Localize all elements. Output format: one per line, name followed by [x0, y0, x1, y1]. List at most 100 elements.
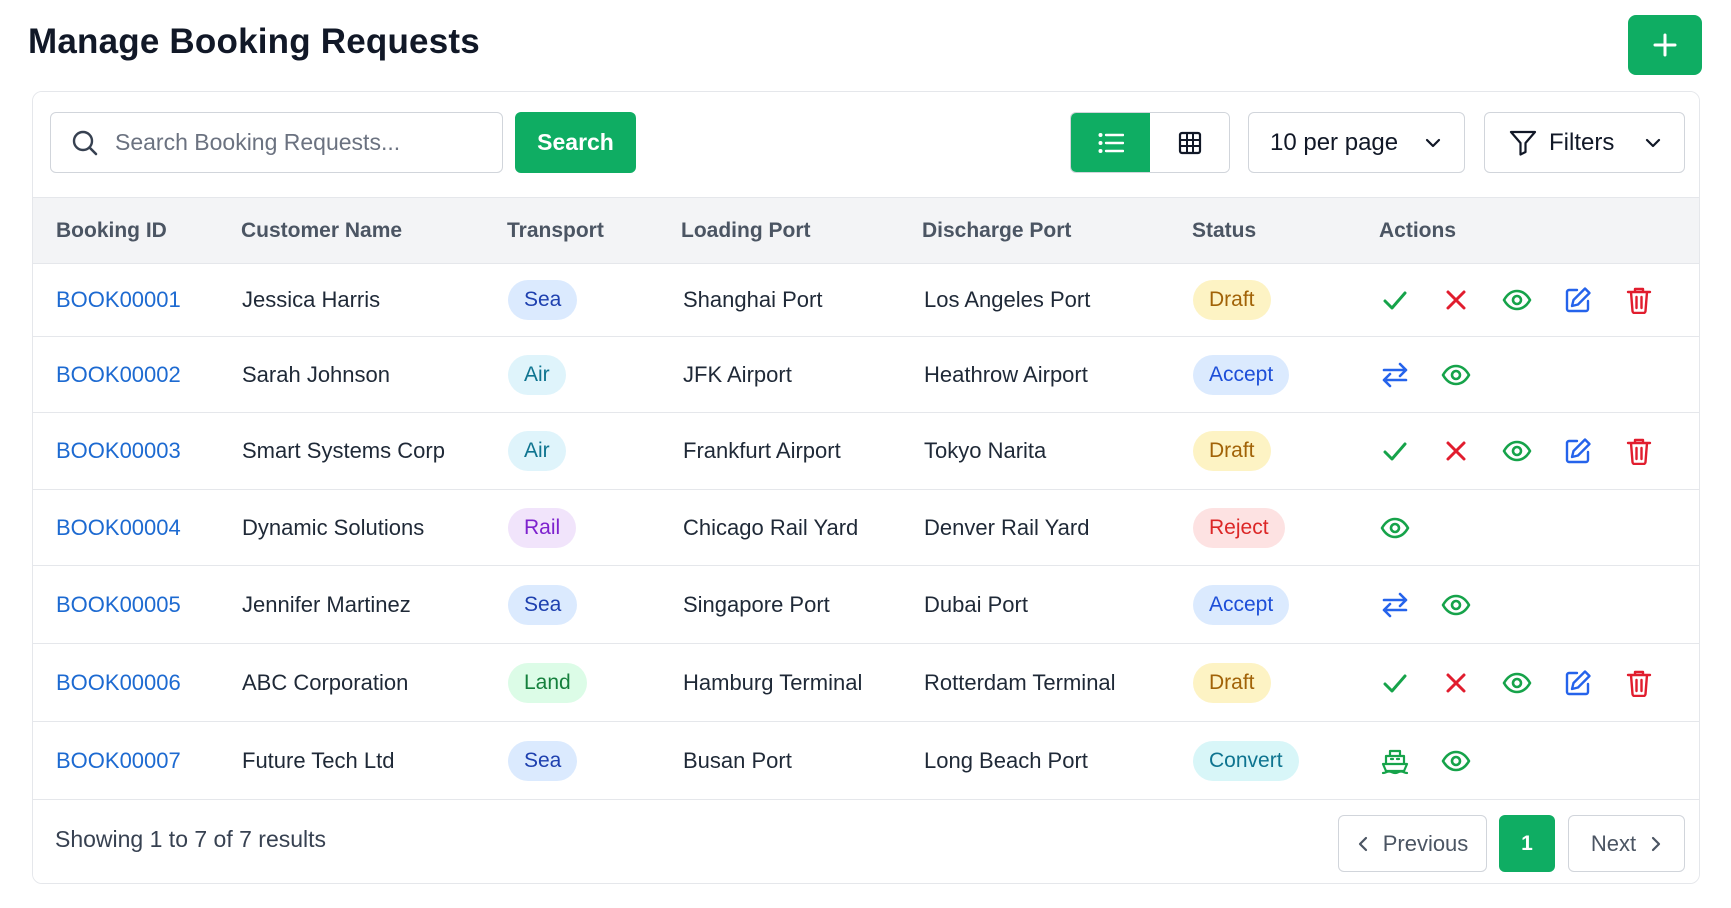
customer-name: Jennifer Martinez [242, 591, 411, 617]
column-header-discharge-port[interactable]: Discharge Port [922, 198, 1071, 264]
previous-label: Previous [1382, 830, 1469, 856]
table-row: BOOK00004 Dynamic Solutions Rail Chicago Ra… [33, 490, 1699, 566]
eye-action-button[interactable] [1439, 358, 1473, 392]
status-badge: Accept [1193, 584, 1290, 625]
column-header-status[interactable]: Status [1192, 198, 1256, 264]
chevron-down-icon [1645, 138, 1661, 147]
grid-view-button[interactable] [1150, 113, 1229, 172]
edit-action-button[interactable] [1561, 666, 1595, 700]
customer-name: Future Tech Ltd [242, 747, 395, 773]
customer-name: Sarah Johnson [242, 361, 390, 387]
trash-action-button[interactable] [1622, 283, 1656, 317]
transport-badge: Sea [508, 740, 578, 781]
transport-badge: Rail [508, 507, 577, 548]
search-box[interactable] [50, 112, 503, 173]
eye-icon [1380, 517, 1410, 539]
column-header-booking-id[interactable]: Booking ID [56, 198, 167, 264]
check-action-button[interactable] [1378, 283, 1412, 317]
table-row: BOOK00001 Jessica Harris Sea Shanghai Port L… [33, 264, 1699, 337]
eye-action-button[interactable] [1378, 511, 1412, 545]
discharge-port: Long Beach Port [924, 747, 1088, 773]
eye-action-button[interactable] [1439, 588, 1473, 622]
bookings-card: Search 10 per page Filters Booking ID Cu… [32, 91, 1700, 884]
chevron-down-icon [1425, 138, 1441, 147]
page-1-button[interactable]: 1 [1499, 815, 1555, 872]
ship-action-button[interactable] [1378, 744, 1412, 778]
check-action-button[interactable] [1378, 434, 1412, 468]
close-action-button[interactable] [1439, 434, 1473, 468]
search-input[interactable] [115, 129, 455, 156]
booking-id-link[interactable]: BOOK00005 [56, 566, 181, 643]
check-icon [1381, 669, 1409, 697]
row-actions [1378, 644, 1683, 721]
row-actions [1378, 337, 1500, 412]
trash-action-button[interactable] [1622, 666, 1656, 700]
eye-action-button[interactable] [1500, 283, 1534, 317]
booking-id-link[interactable]: BOOK00004 [56, 490, 181, 565]
eye-icon [1441, 594, 1471, 616]
previous-page-button[interactable]: Previous [1338, 815, 1487, 872]
per-page-select[interactable]: 10 per page [1248, 112, 1465, 173]
trash-icon [1626, 437, 1652, 465]
edit-action-button[interactable] [1561, 434, 1595, 468]
transport-cell: Sea [508, 722, 578, 799]
status-badge: Draft [1193, 662, 1271, 703]
close-action-button[interactable] [1439, 283, 1473, 317]
transport-cell: Air [508, 337, 566, 412]
eye-icon [1441, 364, 1471, 386]
transfer-action-button[interactable] [1378, 358, 1412, 392]
booking-id-link[interactable]: BOOK00002 [56, 337, 181, 412]
column-header-loading-port[interactable]: Loading Port [681, 198, 811, 264]
status-cell: Convert [1193, 722, 1299, 799]
table-footer: Showing 1 to 7 of 7 results Previous 1 N… [33, 800, 1699, 883]
customer-name: Smart Systems Corp [242, 438, 445, 463]
transfer-action-button[interactable] [1378, 588, 1412, 622]
eye-action-button[interactable] [1439, 744, 1473, 778]
filters-dropdown[interactable]: Filters [1484, 112, 1685, 173]
transport-badge: Land [508, 662, 587, 703]
next-page-button[interactable]: Next [1568, 815, 1685, 872]
customer-name: Jessica Harris [242, 287, 381, 312]
chevron-right-icon [1652, 836, 1661, 851]
eye-action-button[interactable] [1500, 666, 1534, 700]
table-row: BOOK00005 Jennifer Martinez Sea Singapore P… [33, 566, 1699, 644]
add-booking-button[interactable] [1628, 15, 1702, 75]
loading-port: Singapore Port [683, 591, 830, 617]
status-cell: Draft [1193, 413, 1271, 489]
booking-id-link[interactable]: BOOK00003 [56, 413, 181, 489]
check-action-button[interactable] [1378, 666, 1412, 700]
booking-id-link[interactable]: BOOK00007 [56, 722, 181, 799]
column-header-customer-name[interactable]: Customer Name [241, 198, 402, 264]
close-icon [1443, 287, 1469, 313]
column-header-transport[interactable]: Transport [507, 198, 604, 264]
edit-icon [1564, 437, 1592, 465]
status-cell: Reject [1193, 490, 1285, 565]
eye-icon [1502, 289, 1532, 311]
list-icon [1098, 132, 1124, 153]
trash-action-button[interactable] [1622, 434, 1656, 468]
results-summary: Showing 1 to 7 of 7 results [55, 826, 327, 852]
edit-icon [1564, 286, 1592, 314]
transport-badge: Air [508, 431, 566, 471]
booking-id-link[interactable]: BOOK00001 [56, 264, 181, 336]
booking-id-link[interactable]: BOOK00006 [56, 644, 181, 721]
row-actions [1378, 413, 1683, 489]
ship-icon [1381, 747, 1409, 775]
trash-icon [1626, 286, 1652, 314]
page-title: Manage Booking Requests [28, 22, 480, 61]
row-actions [1378, 722, 1500, 799]
search-button[interactable]: Search [515, 112, 636, 173]
eye-action-button[interactable] [1500, 434, 1534, 468]
eye-icon [1441, 750, 1471, 772]
loading-port: Hamburg Terminal [683, 669, 863, 695]
list-view-button[interactable] [1071, 113, 1150, 172]
close-action-button[interactable] [1439, 666, 1473, 700]
toolbar: Search 10 per page Filters [33, 92, 1699, 198]
check-icon [1381, 437, 1409, 465]
loading-port: Chicago Rail Yard [683, 514, 859, 540]
discharge-port: Los Angeles Port [924, 287, 1091, 312]
edit-action-button[interactable] [1561, 283, 1595, 317]
status-badge: Convert [1193, 740, 1299, 781]
close-icon [1443, 438, 1469, 464]
transfer-icon [1381, 362, 1409, 388]
